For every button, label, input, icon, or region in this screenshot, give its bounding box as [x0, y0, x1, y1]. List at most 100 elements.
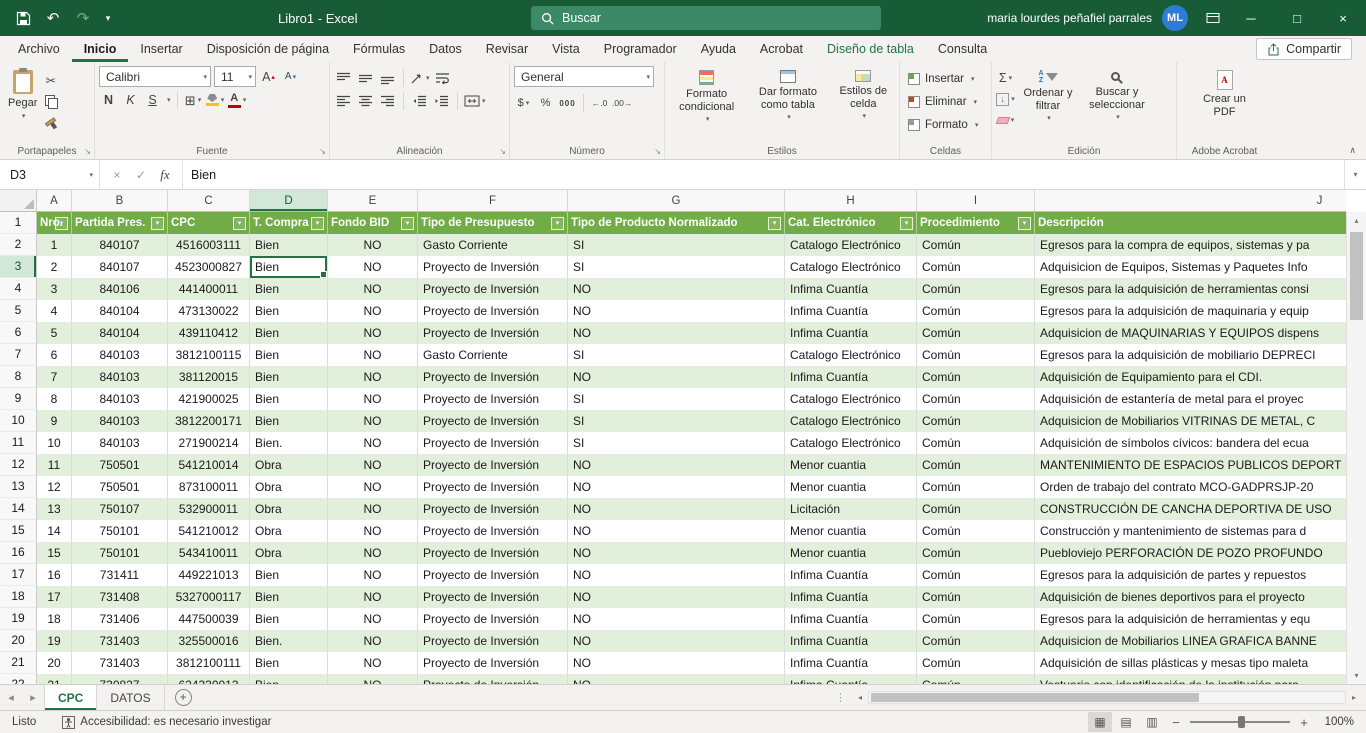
fill-button[interactable]: ↓▾	[996, 89, 1015, 109]
cell-C4[interactable]: 441400011	[168, 278, 250, 300]
cell-A10[interactable]: 9	[37, 410, 72, 432]
sheet-nav-right-button[interactable]: ▸	[22, 685, 44, 710]
cell-H2[interactable]: Catalogo Electrónico	[785, 234, 917, 256]
column-header-D[interactable]: D	[250, 190, 328, 211]
collapse-ribbon-button[interactable]: ∧	[1349, 145, 1356, 156]
cell-E18[interactable]: NO	[328, 586, 418, 608]
cell-F21[interactable]: Proyecto de Inversión	[418, 652, 568, 674]
cell-I20[interactable]: Común	[917, 630, 1035, 652]
table-header-B[interactable]: ▾Partida Pres.	[72, 212, 168, 234]
cell-E6[interactable]: NO	[328, 322, 418, 344]
cell-G11[interactable]: SI	[568, 432, 785, 454]
cell-G18[interactable]: NO	[568, 586, 785, 608]
cell-D6[interactable]: Bien	[250, 322, 328, 344]
filter-button-tipo-de-producto-normalizado[interactable]: ▾	[768, 217, 781, 230]
undo-button[interactable]: ↶	[38, 3, 68, 33]
cell-G6[interactable]: NO	[568, 322, 785, 344]
cell-styles-button[interactable]: Estilos de celda ▾	[832, 66, 895, 143]
cell-B21[interactable]: 731403	[72, 652, 168, 674]
tab-disposici-n-de-p-gina[interactable]: Disposición de página	[195, 36, 341, 62]
autosum-button[interactable]: Σ▾	[996, 68, 1015, 88]
minimize-button[interactable]: ─	[1228, 0, 1274, 36]
cell-D4[interactable]: Bien	[250, 278, 328, 300]
comma-style-button[interactable]: 000	[558, 93, 577, 113]
row-header-20[interactable]: 20	[0, 630, 37, 652]
cell-J13[interactable]: Orden de trabajo del contrato MCO-GADPRS…	[1035, 476, 1346, 498]
table-header-I[interactable]: ▾Procedimiento	[917, 212, 1035, 234]
cell-E17[interactable]: NO	[328, 564, 418, 586]
cell-F19[interactable]: Proyecto de Inversión	[418, 608, 568, 630]
zoom-in-button[interactable]: +	[1294, 715, 1314, 730]
fill-color-button[interactable]: ▾	[206, 90, 225, 110]
cell-B11[interactable]: 840103	[72, 432, 168, 454]
cell-E12[interactable]: NO	[328, 454, 418, 476]
cell-G14[interactable]: NO	[568, 498, 785, 520]
cell-J19[interactable]: Egresos para la adquisición de herramien…	[1035, 608, 1346, 630]
increase-font-size-button[interactable]: A▴	[259, 67, 278, 87]
cell-I11[interactable]: Común	[917, 432, 1035, 454]
table-header-J[interactable]: ▾Descripción	[1035, 212, 1346, 234]
increase-decimal-button[interactable]: ←.0	[590, 93, 609, 113]
cell-H4[interactable]: Infima Cuantía	[785, 278, 917, 300]
table-header-D[interactable]: ▾T. Compra	[250, 212, 328, 234]
cell-J22[interactable]: Vestuario con identificación de la insti…	[1035, 674, 1346, 684]
cell-J11[interactable]: Adquisición de símbolos cívicos: bandera…	[1035, 432, 1346, 454]
row-header-15[interactable]: 15	[0, 520, 37, 542]
customize-quick-access-toolbar-button[interactable]: ▾	[98, 3, 118, 33]
clear-button[interactable]: ▾	[996, 110, 1015, 130]
cell-I16[interactable]: Común	[917, 542, 1035, 564]
font-size-select[interactable]: 11 ▾	[214, 66, 256, 87]
cell-D22[interactable]: Bien	[250, 674, 328, 684]
row-header-21[interactable]: 21	[0, 652, 37, 674]
row-header-14[interactable]: 14	[0, 498, 37, 520]
cell-A5[interactable]: 4	[37, 300, 72, 322]
tab-scroll-splitter[interactable]: ⋮	[835, 691, 846, 704]
align-left-button[interactable]	[334, 91, 353, 111]
cell-B10[interactable]: 840103	[72, 410, 168, 432]
zoom-slider-thumb[interactable]	[1238, 716, 1245, 728]
cell-B16[interactable]: 750101	[72, 542, 168, 564]
table-header-H[interactable]: ▾Cat. Electrónico	[785, 212, 917, 234]
cell-F20[interactable]: Proyecto de Inversión	[418, 630, 568, 652]
enter-button[interactable]: ✓	[130, 164, 152, 186]
cell-D15[interactable]: Obra	[250, 520, 328, 542]
cell-J7[interactable]: Egresos para la adquisición de mobiliari…	[1035, 344, 1346, 366]
cell-H10[interactable]: Catalogo Electrónico	[785, 410, 917, 432]
cell-I18[interactable]: Común	[917, 586, 1035, 608]
cell-I7[interactable]: Común	[917, 344, 1035, 366]
cell-B14[interactable]: 750107	[72, 498, 168, 520]
column-header-B[interactable]: B	[72, 190, 168, 211]
font-name-select[interactable]: Calibri ▾	[99, 66, 211, 87]
merge-center-button[interactable]: ▾	[464, 91, 486, 111]
cell-J12[interactable]: MANTENIMIENTO DE ESPACIOS PUBLICOS DEPOR…	[1035, 454, 1346, 476]
cell-C7[interactable]: 3812100115	[168, 344, 250, 366]
search-box[interactable]: Buscar	[531, 6, 881, 30]
tab-acrobat[interactable]: Acrobat	[748, 36, 815, 62]
cell-D7[interactable]: Bien	[250, 344, 328, 366]
share-button[interactable]: Compartir	[1256, 38, 1352, 60]
cell-I5[interactable]: Común	[917, 300, 1035, 322]
cell-F4[interactable]: Proyecto de Inversión	[418, 278, 568, 300]
row-header-19[interactable]: 19	[0, 608, 37, 630]
cell-A4[interactable]: 3	[37, 278, 72, 300]
tab-datos[interactable]: Datos	[417, 36, 474, 62]
cell-H16[interactable]: Menor cuantia	[785, 542, 917, 564]
cell-C15[interactable]: 541210012	[168, 520, 250, 542]
cell-H8[interactable]: Infima Cuantía	[785, 366, 917, 388]
cut-button[interactable]: ✂	[41, 70, 60, 90]
cell-B8[interactable]: 840103	[72, 366, 168, 388]
cell-B5[interactable]: 840104	[72, 300, 168, 322]
cell-A11[interactable]: 10	[37, 432, 72, 454]
cell-E9[interactable]: NO	[328, 388, 418, 410]
horizontal-scroll-track[interactable]	[868, 691, 1346, 704]
row-header-18[interactable]: 18	[0, 586, 37, 608]
insert-cells-button[interactable]: Insertar ▾	[904, 68, 987, 90]
scroll-up-arrow[interactable]: ▴	[1347, 212, 1366, 229]
cell-H15[interactable]: Menor cuantia	[785, 520, 917, 542]
cell-G9[interactable]: SI	[568, 388, 785, 410]
insert-function-button[interactable]: fx	[154, 164, 176, 186]
scroll-down-arrow[interactable]: ▾	[1347, 667, 1366, 684]
column-header-I[interactable]: I	[917, 190, 1035, 211]
cell-F2[interactable]: Gasto Corriente	[418, 234, 568, 256]
cell-E21[interactable]: NO	[328, 652, 418, 674]
